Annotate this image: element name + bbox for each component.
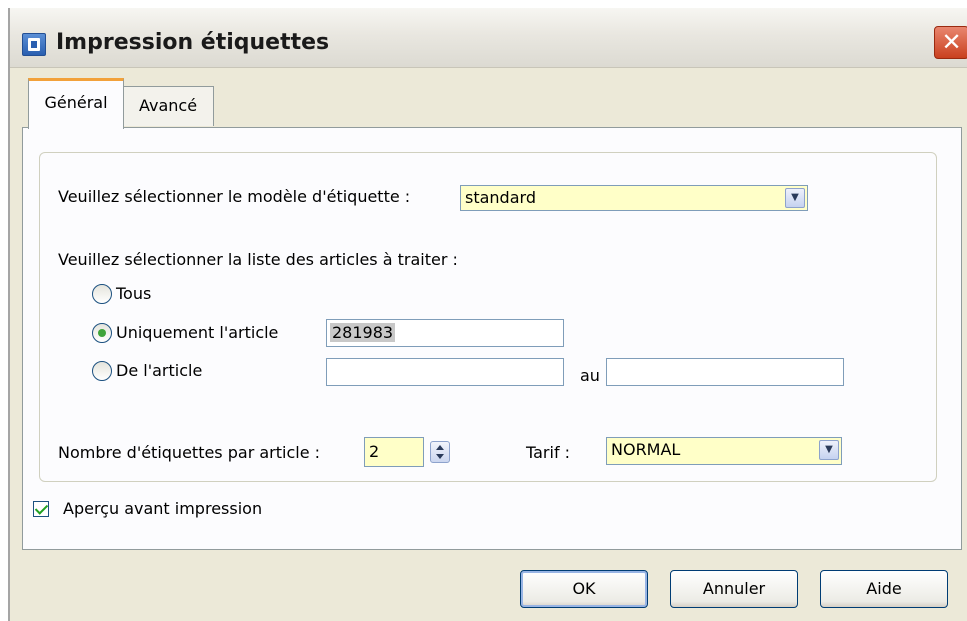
radio-uniquement-article[interactable] xyxy=(92,323,112,343)
liste-label: Veuillez sélectionner la liste des artic… xyxy=(58,250,458,269)
close-button[interactable]: ✕ xyxy=(934,26,967,59)
radio-tous-label[interactable]: Tous xyxy=(116,284,151,303)
tab-panel-general: Veuillez sélectionner le modèle d'étique… xyxy=(22,127,962,550)
nombre-spinner-field[interactable]: 2 xyxy=(364,437,424,467)
title-bar[interactable]: Impression étiquettes ✕ xyxy=(10,8,967,68)
nombre-label: Nombre d'étiquettes par article : xyxy=(58,443,321,462)
tarif-select[interactable]: NORMAL ▼ xyxy=(606,437,842,465)
tab-strip: Général Avancé xyxy=(16,78,956,129)
window-title: Impression étiquettes xyxy=(56,30,330,55)
au-article-field[interactable] xyxy=(606,358,844,386)
article-field-value: 281983 xyxy=(330,323,396,342)
apercu-label[interactable]: Aperçu avant impression xyxy=(63,499,262,518)
tarif-label: Tarif : xyxy=(526,443,571,462)
nombre-spinner-value: 2 xyxy=(369,442,380,461)
radio-de-article[interactable] xyxy=(92,361,112,381)
article-field[interactable]: 281983 xyxy=(326,319,564,347)
dialog-window: Impression étiquettes ✕ Général Avancé V… xyxy=(8,8,967,621)
annuler-button[interactable]: Annuler xyxy=(670,570,798,608)
modele-select[interactable]: standard ▼ xyxy=(460,185,808,211)
chevron-down-icon[interactable]: ▼ xyxy=(785,188,805,208)
modele-label: Veuillez sélectionner le modèle d'étique… xyxy=(58,187,411,206)
up-down-arrows-icon[interactable] xyxy=(430,441,450,463)
radio-tous[interactable] xyxy=(92,284,112,304)
options-groupbox: Veuillez sélectionner le modèle d'étique… xyxy=(39,152,937,482)
tab-avance[interactable]: Avancé xyxy=(122,86,214,126)
radio-uniquement-article-label[interactable]: Uniquement l'article xyxy=(116,323,278,342)
radio-de-article-label[interactable]: De l'article xyxy=(116,361,202,380)
ok-button[interactable]: OK xyxy=(520,570,648,608)
tab-general[interactable]: Général xyxy=(28,78,124,129)
app-icon xyxy=(22,33,46,56)
au-label: au xyxy=(580,366,600,385)
aide-button[interactable]: Aide xyxy=(820,570,948,608)
apercu-checkbox[interactable] xyxy=(33,501,49,517)
modele-select-value: standard xyxy=(465,188,536,207)
de-article-field[interactable] xyxy=(326,358,564,386)
chevron-down-icon[interactable]: ▼ xyxy=(819,440,839,460)
tarif-select-value: NORMAL xyxy=(611,440,681,459)
